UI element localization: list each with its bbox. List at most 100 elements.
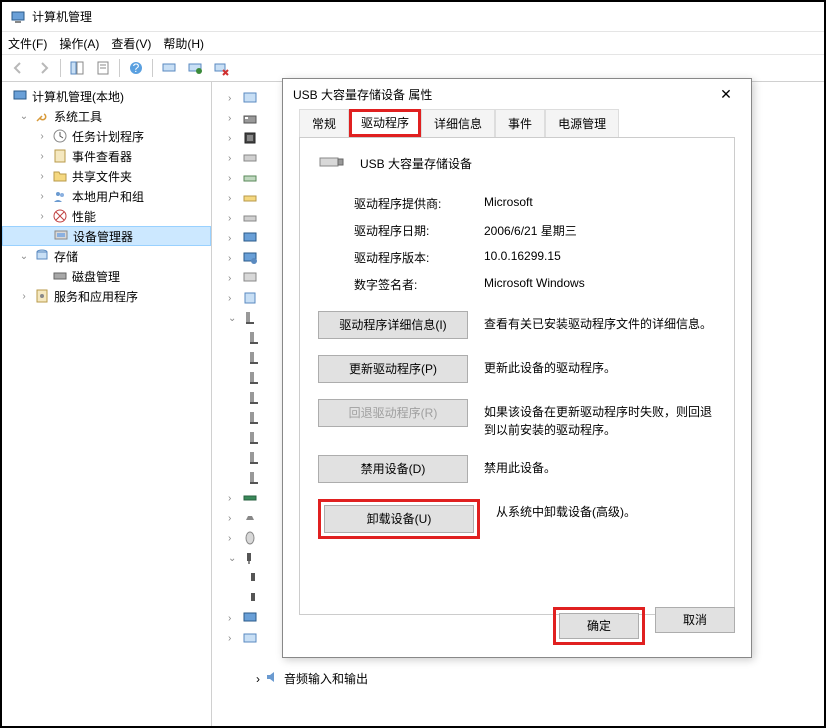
device-item[interactable] [228, 428, 278, 448]
device-category[interactable]: › [228, 248, 278, 268]
properties-button[interactable] [91, 57, 115, 79]
device-item[interactable] [228, 328, 278, 348]
device-category[interactable]: › [228, 88, 278, 108]
ok-button[interactable]: 确定 [559, 613, 639, 639]
menu-view[interactable]: 查看(V) [111, 35, 151, 52]
device-item[interactable] [228, 368, 278, 388]
tab-driver[interactable]: 驱动程序 [349, 109, 421, 137]
device-category[interactable]: › [228, 628, 278, 648]
expand-icon[interactable]: › [36, 171, 48, 182]
device-item[interactable] [228, 448, 278, 468]
speaker-icon [264, 669, 280, 688]
menu-help[interactable]: 帮助(H) [163, 35, 204, 52]
device-category[interactable]: › [228, 188, 278, 208]
device-category[interactable]: › [228, 208, 278, 228]
tab-events[interactable]: 事件 [495, 109, 545, 137]
tree-storage[interactable]: ⌄ 存储 [2, 246, 211, 266]
rollback-driver-desc: 如果该设备在更新驱动程序时失败，则回退到以前安装的驱动程序。 [484, 399, 716, 439]
highlight-ok: 确定 [553, 607, 645, 645]
tree-shares[interactable]: › 共享文件夹 [2, 166, 211, 186]
device-category[interactable]: › [228, 488, 278, 508]
device-item[interactable] [228, 348, 278, 368]
expand-icon[interactable]: › [36, 131, 48, 142]
tab-body: USB 大容量存储设备 驱动程序提供商:Microsoft 驱动程序日期:200… [299, 137, 735, 615]
back-button[interactable] [6, 57, 30, 79]
forward-button[interactable] [32, 57, 56, 79]
device-category[interactable]: › [228, 128, 278, 148]
uninstall-device-button[interactable]: 卸载设备(U) [324, 505, 474, 533]
tree-label: 性能 [72, 208, 96, 225]
tree-label: 系统工具 [54, 108, 102, 125]
folder-icon [52, 168, 68, 184]
separator [60, 59, 61, 77]
device-category[interactable]: › [228, 608, 278, 628]
device-item[interactable] [228, 408, 278, 428]
uninstall-device-desc: 从系统中卸载设备(高级)。 [496, 499, 716, 521]
tree-diskmgmt[interactable]: 磁盘管理 [2, 266, 211, 286]
device-category[interactable]: › [228, 108, 278, 128]
device-category[interactable]: › [228, 168, 278, 188]
device-item[interactable] [228, 568, 278, 588]
device-category[interactable]: ⌄ [228, 548, 278, 568]
tree-root[interactable]: 计算机管理(本地) [2, 86, 211, 106]
dialog-footer: 确定 取消 [553, 607, 735, 645]
help-button[interactable]: ? [124, 57, 148, 79]
device-item[interactable] [228, 468, 278, 488]
tree-performance[interactable]: › 性能 [2, 206, 211, 226]
scan-button[interactable] [157, 57, 181, 79]
device-category[interactable]: › [228, 288, 278, 308]
computer-icon [12, 88, 28, 104]
perf-icon [52, 208, 68, 224]
device-category[interactable]: › [228, 268, 278, 288]
storage-icon [34, 248, 50, 264]
driver-details-button[interactable]: 驱动程序详细信息(I) [318, 311, 468, 339]
menu-action[interactable]: 操作(A) [59, 35, 99, 52]
tree-scheduler[interactable]: › 任务计划程序 [2, 126, 211, 146]
disable-device-button[interactable]: 禁用设备(D) [318, 455, 468, 483]
expand-icon[interactable]: › [36, 151, 48, 162]
tree-label: 本地用户和组 [72, 188, 144, 205]
device-item[interactable] [228, 588, 278, 608]
expand-icon[interactable]: › [36, 191, 48, 202]
dialog-title: USB 大容量存储设备 属性 [293, 86, 432, 103]
tree-label: 计算机管理(本地) [32, 88, 124, 105]
device-item[interactable] [228, 388, 278, 408]
menu-file[interactable]: 文件(F) [8, 35, 47, 52]
expand-icon[interactable]: › [18, 291, 30, 302]
separator [119, 59, 120, 77]
collapse-icon[interactable]: ⌄ [18, 251, 30, 262]
device-category[interactable]: › [228, 148, 278, 168]
tree-label: 服务和应用程序 [54, 288, 138, 305]
refresh-button[interactable] [183, 57, 207, 79]
device-category[interactable]: › [228, 228, 278, 248]
tab-power[interactable]: 电源管理 [545, 109, 619, 137]
action-buttons: 驱动程序详细信息(I) 查看有关已安装驱动程序文件的详细信息。 更新驱动程序(P… [318, 311, 716, 539]
show-hide-button[interactable] [65, 57, 89, 79]
update-driver-button[interactable]: 更新驱动程序(P) [318, 355, 468, 383]
tree-label: 共享文件夹 [72, 168, 132, 185]
uninstall-button[interactable] [209, 57, 233, 79]
tree-users[interactable]: › 本地用户和组 [2, 186, 211, 206]
tree-systools[interactable]: ⌄ 系统工具 [2, 106, 211, 126]
tree-services[interactable]: › 服务和应用程序 [2, 286, 211, 306]
tab-strip: 常规 驱动程序 详细信息 事件 电源管理 [283, 109, 751, 137]
tab-details[interactable]: 详细信息 [421, 109, 495, 137]
device-category-list: › › › › › › › › › › › ⌄ › › › ⌄ › [228, 88, 278, 648]
info-provider: 驱动程序提供商:Microsoft [354, 195, 716, 212]
device-category[interactable]: › [228, 528, 278, 548]
cancel-button[interactable]: 取消 [655, 607, 735, 633]
device-audio-category[interactable]: › 音频输入和输出 [256, 669, 368, 688]
tab-general[interactable]: 常规 [299, 109, 349, 137]
event-icon [52, 148, 68, 164]
device-category[interactable]: ⌄ [228, 308, 278, 328]
tree-eventviewer[interactable]: › 事件查看器 [2, 146, 211, 166]
close-button[interactable]: ✕ [711, 86, 741, 103]
device-header: USB 大容量存储设备 [318, 152, 716, 175]
tree-device-manager[interactable]: 设备管理器 [2, 226, 211, 246]
collapse-icon[interactable]: ⌄ [18, 111, 30, 122]
driver-details-desc: 查看有关已安装驱动程序文件的详细信息。 [484, 311, 716, 333]
expand-icon[interactable]: › [36, 211, 48, 222]
expand-icon[interactable]: › [256, 672, 260, 686]
device-category[interactable]: › [228, 508, 278, 528]
devmgr-icon [53, 228, 69, 244]
